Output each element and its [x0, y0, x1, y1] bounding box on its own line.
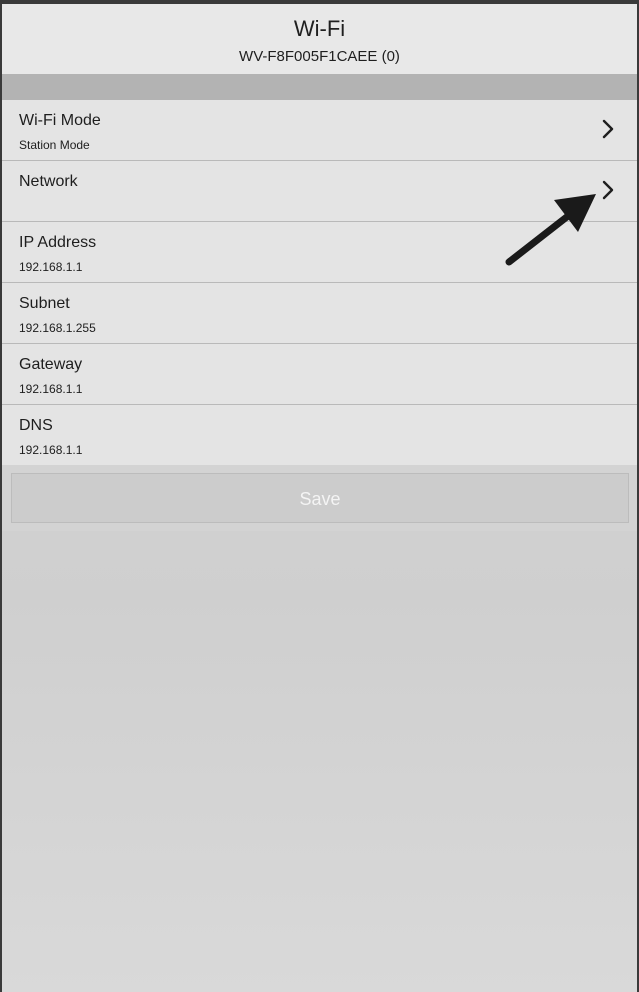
section-divider [2, 74, 637, 100]
app-header: Wi-Fi WV-F8F005F1CAEE (0) [2, 4, 637, 74]
settings-list: Wi-Fi Mode Station Mode Network IP Addre… [2, 100, 637, 466]
setting-row-subnet[interactable]: Subnet 192.168.1.255 [2, 283, 637, 344]
pointer-arrow-icon [505, 194, 596, 266]
chevron-right-icon [602, 180, 614, 200]
device-id-subtitle: WV-F8F005F1CAEE (0) [239, 48, 400, 65]
page-title: Wi-Fi [293, 16, 346, 41]
setting-value: 192.168.1.1 [19, 443, 83, 457]
save-button[interactable]: Save [11, 473, 629, 523]
setting-label: Gateway [19, 356, 83, 373]
save-area: Save [2, 465, 637, 531]
chevron-right-icon [602, 119, 614, 139]
setting-row-dns[interactable]: DNS 192.168.1.1 [2, 405, 637, 466]
setting-row-wifi-mode[interactable]: Wi-Fi Mode Station Mode [2, 100, 637, 161]
setting-value: 192.168.1.255 [19, 321, 96, 335]
setting-value: 192.168.1.1 [19, 260, 83, 274]
setting-label: Network [19, 173, 78, 190]
setting-label: IP Address [19, 234, 97, 251]
setting-label: Subnet [19, 295, 70, 312]
setting-row-gateway[interactable]: Gateway 192.168.1.1 [2, 344, 637, 405]
setting-label: DNS [19, 417, 53, 434]
setting-value: 192.168.1.1 [19, 382, 83, 396]
setting-label: Wi-Fi Mode [19, 112, 101, 129]
setting-value: Station Mode [19, 138, 90, 152]
